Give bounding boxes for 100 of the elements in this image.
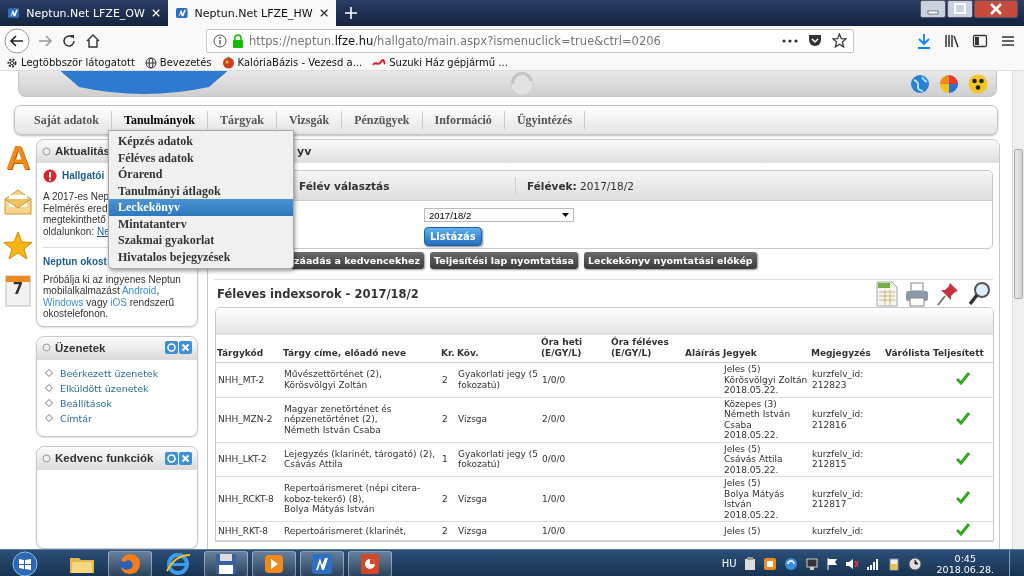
spreadsheet-icon[interactable] bbox=[876, 280, 898, 307]
dropdown-item[interactable]: Mintatanterv bbox=[109, 215, 293, 232]
table-cell: Gyakorlati jegy (5 fokozatú) bbox=[456, 362, 540, 397]
bookmark-item[interactable]: Legtöbbször látogatott bbox=[6, 56, 135, 69]
dropdown-item[interactable]: Hivatalos bejegyzések bbox=[109, 248, 293, 265]
column-header[interactable]: Megjegyzés bbox=[810, 335, 884, 363]
column-header[interactable]: Óra heti (E/GY/L) bbox=[540, 335, 610, 363]
scrollbar-thumb[interactable] bbox=[1014, 149, 1023, 299]
table-cell: 1/0/0 bbox=[540, 362, 610, 397]
list-button[interactable]: Listázás bbox=[424, 227, 482, 246]
clock[interactable]: 0:45 2018.06.28. bbox=[936, 552, 994, 575]
minimize-icon[interactable] bbox=[920, 0, 946, 18]
column-header[interactable]: Tárgy címe, előadó neve bbox=[282, 335, 440, 363]
message-link[interactable]: Beállítások bbox=[45, 397, 189, 409]
dropdown-item[interactable]: Szakmai gyakorlat bbox=[109, 232, 293, 249]
bookmark-item[interactable]: Bevezetés bbox=[144, 56, 212, 69]
semester-dropdown[interactable]: 2017/18/2 bbox=[424, 208, 574, 222]
tab-title[interactable]: Neptun.Net LFZE_HW bbox=[194, 6, 313, 20]
new-tab-icon[interactable] bbox=[344, 6, 358, 20]
refresh-icon[interactable] bbox=[165, 451, 178, 465]
column-header[interactable]: Tárgykód bbox=[216, 335, 282, 363]
network-icon[interactable] bbox=[804, 556, 819, 571]
dropdown-item[interactable]: Leckekönyv bbox=[109, 199, 293, 216]
table-cell: kurzfelv_id: 212817 bbox=[810, 476, 884, 522]
menu-tab[interactable]: Ügyintézés bbox=[504, 111, 586, 129]
tab-title[interactable]: Neptun.Net LFZE_OW bbox=[26, 6, 145, 20]
table-cell: Jeles (5) Bolya Mátyás István 2018.05.22. bbox=[722, 476, 810, 522]
table-cell: Vizsga bbox=[456, 521, 540, 540]
message-link[interactable]: Beérkezett üzenetek bbox=[45, 367, 189, 379]
table-cell: 2 bbox=[440, 476, 456, 522]
magnifier-icon[interactable] bbox=[967, 280, 991, 307]
news-link[interactable]: Hallgatói bbox=[62, 170, 105, 182]
menu-tab[interactable]: Információ bbox=[422, 111, 505, 129]
signal-icon[interactable] bbox=[865, 556, 880, 571]
table-cell: Lejegyzés (klarinét, tárogató) (2), Csávás Attila bbox=[282, 442, 440, 477]
address-bar[interactable]: https://neptun.lfze.hu/hallgato/main.aspx?ismenuclick=true&ctrl=0206 bbox=[206, 28, 854, 53]
action-button[interactable]: Leckekönyv nyomtatási előkép bbox=[583, 252, 757, 269]
refresh-icon[interactable] bbox=[165, 341, 178, 354]
flag-icon[interactable] bbox=[825, 556, 838, 571]
menu-tab[interactable]: Vizsgák bbox=[276, 111, 343, 129]
taskbar-button[interactable] bbox=[204, 550, 248, 576]
more-icon[interactable] bbox=[782, 37, 798, 44]
action-button[interactable]: záadás a kedvencekhez bbox=[290, 252, 425, 269]
column-header[interactable]: Teljesített bbox=[932, 335, 993, 363]
panel-title: Aktualitás bbox=[55, 145, 110, 157]
volume-icon[interactable] bbox=[844, 556, 859, 571]
sync-icon[interactable] bbox=[783, 556, 798, 571]
taskbar-button[interactable] bbox=[252, 550, 296, 576]
action-button[interactable]: Teljesítési lap nyomtatása bbox=[430, 252, 578, 269]
sidebar-icon[interactable] bbox=[972, 32, 988, 49]
download-icon[interactable] bbox=[916, 32, 932, 49]
back-icon[interactable] bbox=[4, 27, 30, 54]
column-header[interactable]: Várólista bbox=[884, 335, 932, 363]
browser-tab[interactable]: Neptun.Net LFZE_HW bbox=[168, 0, 336, 26]
news-text: A 2017-es Nep bbox=[43, 191, 110, 203]
pin-icon[interactable] bbox=[936, 280, 960, 307]
neptun-logo-icon bbox=[176, 6, 188, 20]
star-icon[interactable] bbox=[832, 33, 847, 48]
close-icon[interactable] bbox=[319, 8, 328, 18]
globe-icon bbox=[144, 56, 157, 69]
store-link[interactable]: iOS bbox=[110, 296, 127, 308]
globe-icon[interactable] bbox=[910, 73, 930, 94]
scrollbar[interactable] bbox=[1012, 71, 1024, 549]
column-header[interactable]: Kr. bbox=[440, 335, 456, 363]
column-header[interactable]: Köv. bbox=[456, 335, 540, 363]
news-text: megtekinthető bbox=[43, 214, 106, 226]
menu-tab[interactable]: Saját adatok bbox=[22, 111, 112, 129]
star-icon[interactable] bbox=[3, 231, 33, 261]
message-link[interactable]: Címtár bbox=[45, 412, 189, 424]
news-heading[interactable]: Neptun okost bbox=[43, 256, 107, 268]
menu-tab[interactable]: Tárgyak bbox=[207, 111, 277, 129]
bookmark-item[interactable]: Suzuki Ház gépjármű ... bbox=[372, 57, 508, 68]
browser-tab[interactable]: Neptun.Net LFZE_OW bbox=[0, 0, 168, 26]
maximize-icon[interactable] bbox=[947, 0, 973, 18]
bullet-icon bbox=[42, 453, 51, 463]
printer-icon[interactable] bbox=[905, 280, 929, 307]
clipboard-icon[interactable] bbox=[743, 556, 756, 571]
battery-icon[interactable] bbox=[886, 556, 901, 571]
close-icon[interactable] bbox=[974, 0, 1018, 18]
table-cell: NHH_RCKT-8 bbox=[216, 476, 282, 522]
column-header[interactable]: Óra féléves (E/GY/L) bbox=[610, 335, 684, 363]
table-cell: 2 bbox=[440, 521, 456, 540]
taskbar-button[interactable] bbox=[300, 550, 344, 576]
app-tray-icon[interactable] bbox=[762, 556, 777, 571]
bookmark-item[interactable]: KalóriaBázis - Vezesd a... bbox=[221, 56, 363, 69]
column-header[interactable]: Aláírás bbox=[684, 335, 722, 363]
language-indicator[interactable]: HU bbox=[721, 558, 737, 569]
color-wheel-icon[interactable] bbox=[939, 73, 959, 94]
pocket-icon[interactable] bbox=[808, 34, 822, 47]
clock-icon[interactable] bbox=[907, 556, 922, 571]
ie-icon[interactable] bbox=[163, 550, 193, 576]
taskbar-button[interactable] bbox=[348, 550, 392, 576]
message-link[interactable]: Elküldött üzenetek bbox=[45, 382, 189, 394]
table-cell: 1/0/0 bbox=[540, 521, 610, 540]
store-link[interactable]: Windows bbox=[43, 296, 84, 308]
library-icon[interactable] bbox=[944, 32, 960, 49]
calendar-icon[interactable]: 7 bbox=[5, 275, 31, 309]
column-header[interactable]: Jegyek bbox=[722, 335, 810, 363]
dots-icon[interactable] bbox=[968, 73, 988, 94]
menu-tab[interactable]: Pénzügyek bbox=[342, 111, 423, 129]
